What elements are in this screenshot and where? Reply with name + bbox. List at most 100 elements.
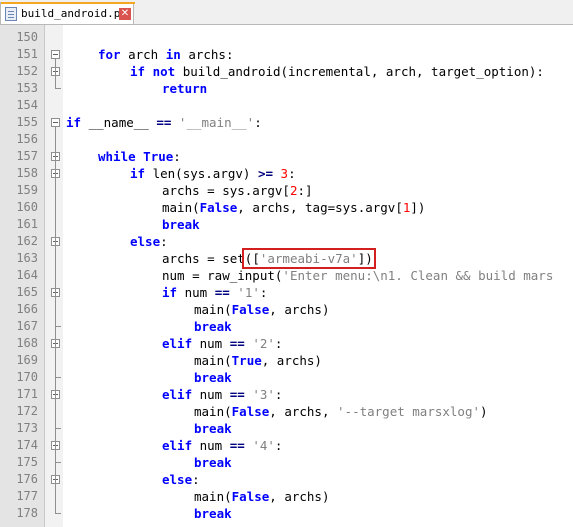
code-line[interactable]: 167 break xyxy=(0,318,573,335)
code-token: == xyxy=(229,387,245,402)
code-text: else: xyxy=(130,233,168,250)
line-number: 166 xyxy=(16,302,38,316)
code-text: break xyxy=(162,216,200,233)
code-line[interactable]: 158 if len(sys.argv) >= 3: xyxy=(0,165,573,182)
code-token: main( xyxy=(194,404,232,419)
code-token: :] xyxy=(297,183,313,198)
line-number: 151 xyxy=(16,47,38,61)
fold-guide-line xyxy=(55,127,56,514)
code-editor[interactable]: 150 151 for arch in archs: 152 if not build_… xyxy=(0,25,573,527)
code-text: elif num == '3': xyxy=(162,386,282,403)
code-text: if len(sys.argv) >= 3: xyxy=(130,165,296,182)
code-line[interactable]: 172 main(False, archs, '--target marsxlog… xyxy=(0,403,573,420)
code-text: main(False, archs) xyxy=(194,301,330,318)
line-number: 178 xyxy=(16,506,38,520)
code-line[interactable]: 152 if not build_android(incremental, arc… xyxy=(0,63,573,80)
tab-build-android[interactable]: build_android.py ✕ xyxy=(0,2,135,25)
code-text: break xyxy=(194,420,232,437)
code-token: archs = sys.argv[ xyxy=(162,183,290,198)
close-icon[interactable]: ✕ xyxy=(119,8,131,20)
code-token: : xyxy=(274,336,283,351)
code-token: break xyxy=(194,506,232,521)
code-line[interactable]: 171 elif num == '3': xyxy=(0,386,573,403)
code-token: ) xyxy=(480,404,488,419)
code-text: if not build_android(incremental, arch, … xyxy=(130,63,544,80)
code-token: return xyxy=(162,81,208,96)
code-token: : xyxy=(274,387,283,402)
code-token: elif xyxy=(162,336,193,351)
code-line[interactable]: 166 main(False, archs) xyxy=(0,301,573,318)
code-line[interactable]: 169 main(True, archs) xyxy=(0,352,573,369)
code-line[interactable]: 176 else: xyxy=(0,471,573,488)
code-text: for arch in archs: xyxy=(98,46,233,63)
code-token: break xyxy=(194,455,232,470)
line-number: 154 xyxy=(16,98,38,112)
code-line[interactable]: 155 if __name__ == '__main__': xyxy=(0,114,573,131)
code-line[interactable]: 175 break xyxy=(0,454,573,471)
code-token: False xyxy=(231,404,270,419)
code-token: main( xyxy=(194,353,232,368)
code-token: ]) xyxy=(357,251,373,266)
code-line[interactable]: 178 break xyxy=(0,505,573,522)
code-token: ([ xyxy=(244,251,260,266)
code-token: : xyxy=(192,472,200,487)
fold-guide-line xyxy=(55,59,56,89)
code-token: else xyxy=(130,234,161,249)
code-line[interactable]: 151 for arch in archs: xyxy=(0,46,573,63)
line-number: 170 xyxy=(16,370,38,384)
line-number: 176 xyxy=(16,472,38,486)
code-line[interactable]: 160 main(False, archs, tag=sys.argv[1]) xyxy=(0,199,573,216)
code-line[interactable]: 154 xyxy=(0,97,573,114)
code-token: if xyxy=(66,115,82,130)
code-text: elif num == '4': xyxy=(162,437,282,454)
code-token: __name__ xyxy=(81,115,157,130)
line-number: 175 xyxy=(16,455,38,469)
code-token: num = raw_input( xyxy=(162,268,283,283)
code-token: '1' xyxy=(237,285,260,300)
code-token: else xyxy=(162,472,193,487)
code-text: main(False, archs) xyxy=(194,488,330,505)
code-token: num xyxy=(192,438,230,453)
code-token: '3' xyxy=(252,387,275,402)
code-line[interactable]: 168 elif num == '2': xyxy=(0,335,573,352)
code-line[interactable]: 164 num = raw_input('Enter menu:\n1. Clea… xyxy=(0,267,573,284)
line-number: 155 xyxy=(16,115,38,129)
code-token: >= xyxy=(257,166,274,181)
code-line[interactable]: 170 break xyxy=(0,369,573,386)
fold-toggle-icon[interactable] xyxy=(51,118,60,127)
code-line[interactable]: 163 archs = set(['armeabi-v7a']) xyxy=(0,248,573,269)
code-line[interactable]: 157 while True: xyxy=(0,148,573,165)
code-text: if num == '1': xyxy=(162,284,267,301)
code-line[interactable]: 153 return xyxy=(0,80,573,97)
code-token: not xyxy=(152,64,176,79)
code-token: , archs) xyxy=(269,302,330,317)
code-token: len(sys.argv) xyxy=(145,166,258,181)
code-line[interactable]: 165 if num == '1': xyxy=(0,284,573,301)
code-token: '2' xyxy=(252,336,275,351)
code-line[interactable]: 156 xyxy=(0,131,573,148)
line-number: 163 xyxy=(16,251,38,265)
code-text: elif num == '2': xyxy=(162,335,282,352)
code-token: '--target marsxlog' xyxy=(337,404,481,419)
code-line[interactable]: 159 archs = sys.argv[2:] xyxy=(0,182,573,199)
code-token: , archs, xyxy=(269,404,338,419)
code-line[interactable]: 177 main(False, archs) xyxy=(0,488,573,505)
code-line[interactable]: 173 break xyxy=(0,420,573,437)
code-token: False xyxy=(199,200,238,215)
fold-toggle-icon[interactable] xyxy=(51,50,60,59)
line-number: 168 xyxy=(16,336,38,350)
code-token: num xyxy=(177,285,215,300)
code-text: main(True, archs) xyxy=(194,352,322,369)
code-line[interactable]: 174 elif num == '4': xyxy=(0,437,573,454)
line-number: 167 xyxy=(16,319,38,333)
code-text: return xyxy=(162,80,207,97)
line-number: 173 xyxy=(16,421,38,435)
code-line[interactable]: 161 break xyxy=(0,216,573,233)
code-line[interactable]: 150 xyxy=(0,29,573,46)
line-number: 153 xyxy=(16,81,38,95)
code-token: False xyxy=(231,302,270,317)
code-line[interactable]: 162 else: xyxy=(0,233,573,250)
code-token: True xyxy=(143,149,174,164)
